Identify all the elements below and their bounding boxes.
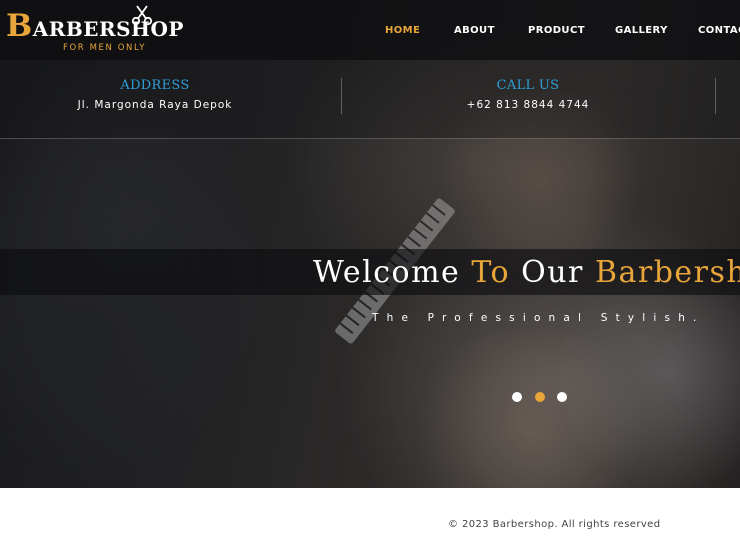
slider-dot[interactable]	[557, 392, 567, 402]
site-footer: © 2023 Barbershop. All rights reserved	[0, 488, 740, 540]
nav-item-product[interactable]: PRODUCT	[528, 25, 585, 36]
logo-tagline: FOR MEN ONLY	[63, 43, 146, 53]
info-bar: ADDRESS Jl. Margonda Raya Depok CALL US …	[0, 60, 740, 139]
address-title: ADDRESS	[120, 78, 190, 93]
hero-heading-part: Welcome	[313, 255, 472, 290]
hero-subtitle: The Professional Stylish.	[372, 312, 705, 324]
nav-item-contact[interactable]: CONTACT	[698, 25, 740, 36]
slider-dot-active[interactable]	[535, 392, 545, 402]
main-nav: HOME ABOUT PRODUCT GALLERY CONTACT	[0, 25, 740, 39]
call-block: CALL US +62 813 8844 4744	[413, 78, 643, 111]
info-divider	[715, 78, 716, 114]
hero-heading: Welcome To Our Barbershop	[313, 255, 740, 290]
slider-dot[interactable]	[512, 392, 522, 402]
nav-item-about[interactable]: ABOUT	[454, 25, 495, 36]
call-title: CALL US	[496, 78, 560, 93]
page: BARBERSHOP FOR MEN ONLY HOME ABOUT PRODU…	[0, 0, 740, 540]
copyright-text: © 2023 Barbershop. All rights reserved	[448, 519, 661, 530]
address-value: Jl. Margonda Raya Depok	[77, 99, 233, 111]
address-block: ADDRESS Jl. Margonda Raya Depok	[40, 78, 270, 111]
site-header: BARBERSHOP FOR MEN ONLY HOME ABOUT PRODU…	[0, 0, 740, 60]
hero-heading-accent: To	[471, 255, 511, 290]
hero-heading-part: Our	[510, 255, 595, 290]
info-divider	[341, 78, 342, 114]
scissors-icon	[131, 5, 153, 26]
nav-item-gallery[interactable]: GALLERY	[615, 25, 668, 36]
call-value[interactable]: +62 813 8844 4744	[413, 99, 643, 111]
nav-item-home[interactable]: HOME	[385, 25, 420, 36]
hero-heading-accent: Barbershop	[594, 255, 740, 290]
